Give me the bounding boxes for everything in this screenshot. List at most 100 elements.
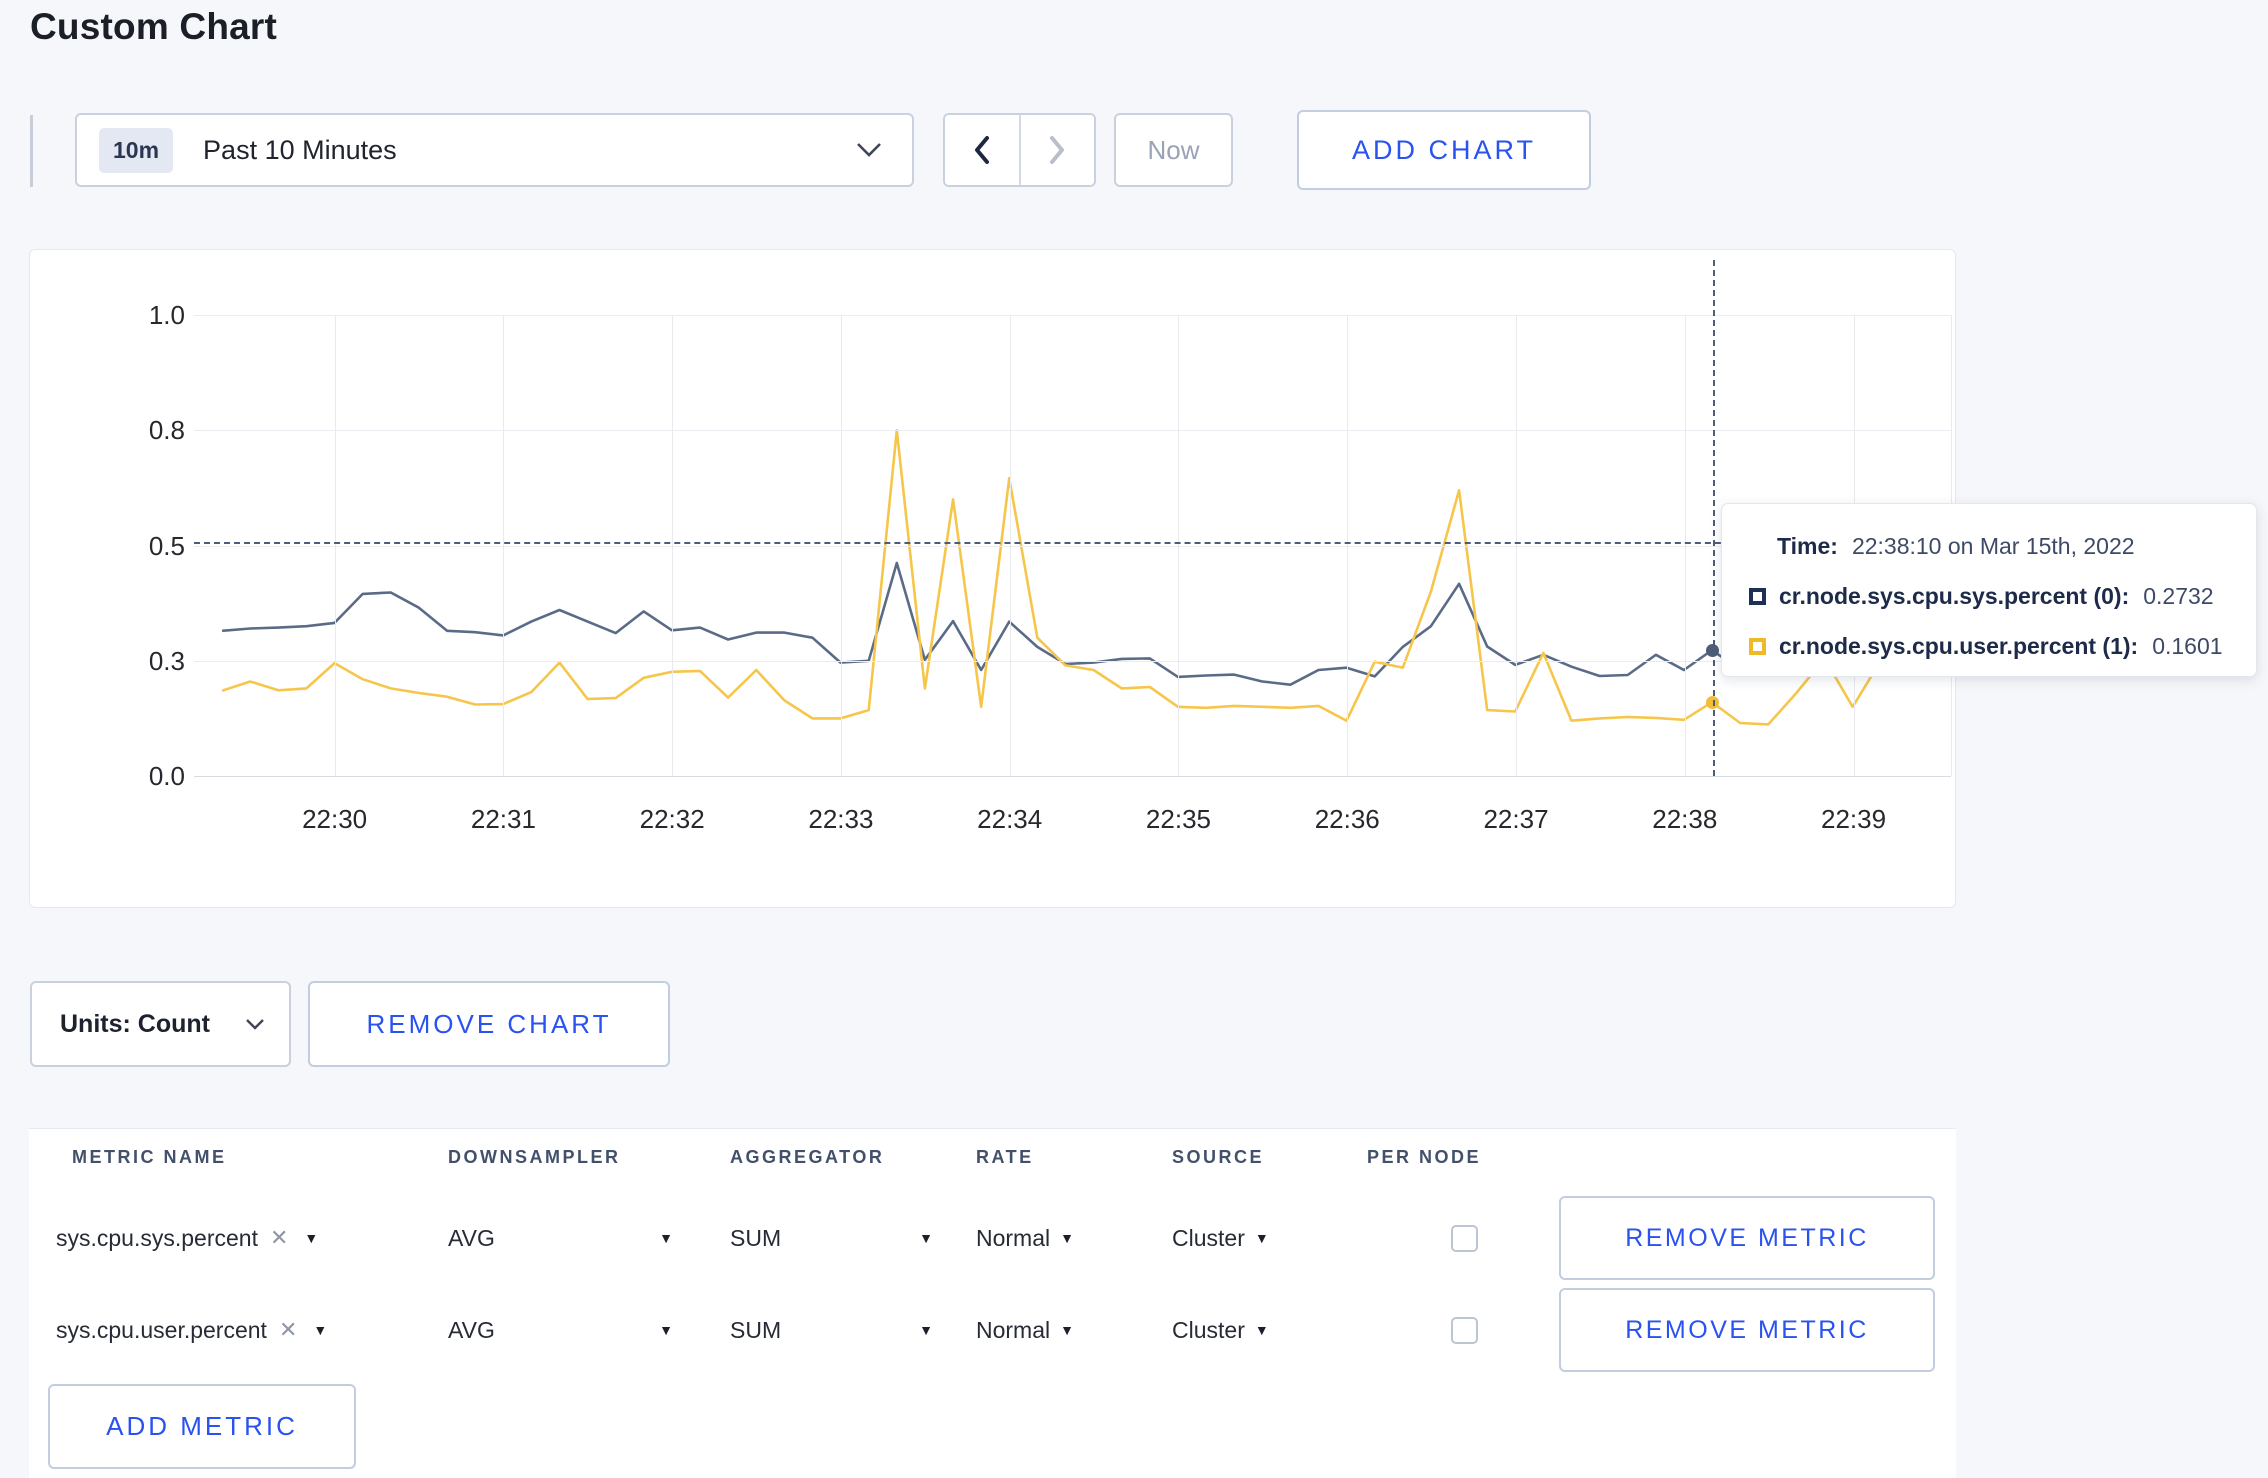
rate-value: Normal <box>976 1316 1051 1343</box>
col-downsampler: DOWNSAMPLER <box>448 1147 621 1167</box>
x-gridline <box>1009 315 1011 776</box>
x-tick-label: 22:39 <box>1821 804 1887 834</box>
add-metric-button[interactable]: ADD METRIC <box>48 1384 356 1469</box>
caret-down-icon: ▼ <box>1060 1322 1074 1338</box>
x-tick-label: 22:33 <box>808 804 874 834</box>
y-gridline <box>194 660 1951 662</box>
caret-down-icon: ▼ <box>919 1230 933 1246</box>
rate-select[interactable]: Normal ▼ <box>976 1288 1074 1372</box>
caret-down-icon: ▼ <box>659 1322 673 1338</box>
tooltip-series-label: cr.node.sys.cpu.sys.percent (0): <box>1779 582 2130 609</box>
y-tick-label: 0.8 <box>148 415 185 446</box>
aggregator-select[interactable]: SUM ▼ <box>730 1288 933 1372</box>
source-select[interactable]: Cluster ▼ <box>1172 1288 1269 1372</box>
aggregator-select[interactable]: SUM ▼ <box>730 1196 933 1280</box>
chevron-right-icon <box>1050 136 1065 164</box>
chart-card: 0.0 0.3 0.5 0.8 1.0 22:30 22:31 22:32 22:33 22:34… <box>29 249 1956 908</box>
caret-down-icon: ▼ <box>919 1322 933 1338</box>
chart-plot-area[interactable] <box>194 315 1952 777</box>
col-source: SOURCE <box>1172 1147 1265 1167</box>
units-label: Units: Count <box>60 1009 210 1038</box>
units-select[interactable]: Units: Count <box>30 981 291 1067</box>
time-nav-group <box>943 113 1096 187</box>
remove-chart-button[interactable]: REMOVE CHART <box>308 981 670 1067</box>
time-range-select[interactable]: 10m Past 10 Minutes <box>75 113 914 187</box>
metric-name-select[interactable]: sys.cpu.user.percent ✕ ▼ <box>56 1288 327 1372</box>
downsampler-select[interactable]: AVG ▼ <box>448 1196 673 1280</box>
tooltip-series-row: cr.node.sys.cpu.sys.percent (0): 0.2732 <box>1749 571 2256 621</box>
metric-row: sys.cpu.sys.percent ✕ ▼ AVG ▼ SUM ▼ Norm… <box>29 1196 1956 1280</box>
x-tick-label: 22:32 <box>639 804 705 834</box>
clear-metric-icon[interactable]: ✕ <box>270 1225 288 1251</box>
per-node-checkbox[interactable] <box>1451 1317 1478 1344</box>
caret-down-icon: ▼ <box>1254 1230 1269 1246</box>
series-line-user <box>221 429 1882 726</box>
time-back-button[interactable] <box>945 115 1021 185</box>
source-value: Cluster <box>1172 1224 1245 1251</box>
tooltip-time-label: Time: <box>1777 532 1838 559</box>
x-gridline <box>1684 315 1686 776</box>
x-gridline <box>1347 315 1349 776</box>
downsampler-value: AVG <box>448 1316 495 1343</box>
x-tick-label: 22:35 <box>1145 804 1211 834</box>
add-chart-button[interactable]: ADD CHART <box>1297 110 1591 190</box>
time-range-badge: 10m <box>99 127 174 173</box>
x-gridline <box>672 315 674 776</box>
remove-metric-button[interactable]: REMOVE METRIC <box>1559 1288 1935 1372</box>
toolbar-divider <box>30 115 33 187</box>
caret-down-icon: ▼ <box>1060 1230 1074 1246</box>
remove-metric-button[interactable]: REMOVE METRIC <box>1559 1196 1935 1280</box>
downsampler-value: AVG <box>448 1224 495 1251</box>
source-value: Cluster <box>1172 1316 1245 1343</box>
metric-name-value: sys.cpu.user.percent <box>56 1316 267 1343</box>
series-sys-swatch-icon <box>1749 587 1766 605</box>
y-gridline <box>194 430 1951 432</box>
series-user-swatch-icon <box>1749 637 1766 655</box>
x-gridline <box>1516 315 1518 776</box>
metric-row: sys.cpu.user.percent ✕ ▼ AVG ▼ SUM ▼ Nor… <box>29 1288 1956 1372</box>
aggregator-value: SUM <box>730 1224 782 1251</box>
caret-down-icon: ▼ <box>1254 1322 1269 1338</box>
x-gridline <box>1178 315 1180 776</box>
per-node-checkbox[interactable] <box>1451 1225 1478 1252</box>
y-tick-label: 0.3 <box>148 645 185 676</box>
y-tick-label: 0.5 <box>148 530 185 561</box>
source-select[interactable]: Cluster ▼ <box>1172 1196 1269 1280</box>
aggregator-value: SUM <box>730 1316 782 1343</box>
tooltip-series-label: cr.node.sys.cpu.user.percent (1): <box>1779 632 2139 659</box>
x-tick-label: 22:31 <box>470 804 536 834</box>
col-metric-name: METRIC NAME <box>72 1147 227 1167</box>
caret-down-icon[interactable]: ▼ <box>313 1322 327 1338</box>
x-gridline <box>334 315 336 776</box>
chevron-down-icon <box>245 1018 265 1031</box>
series-line-sys <box>221 561 1881 687</box>
y-gridline <box>194 315 1951 316</box>
col-aggregator: AGGREGATOR <box>730 1147 885 1167</box>
rate-select[interactable]: Normal ▼ <box>976 1196 1074 1280</box>
tooltip-time-value: 22:38:10 on Mar 15th, 2022 <box>1851 532 2135 559</box>
x-tick-label: 22:36 <box>1314 804 1380 834</box>
y-gridline <box>194 776 1951 777</box>
caret-down-icon[interactable]: ▼ <box>304 1230 318 1246</box>
col-per-node: PER NODE <box>1367 1147 1482 1167</box>
rate-value: Normal <box>976 1224 1051 1251</box>
col-rate: RATE <box>976 1147 1034 1167</box>
x-gridline <box>503 315 505 776</box>
time-forward-button[interactable] <box>1020 115 1094 185</box>
metrics-table: METRIC NAME DOWNSAMPLER AGGREGATOR RATE … <box>29 1128 1956 1478</box>
tooltip-time-row: Time: 22:38:10 on Mar 15th, 2022 <box>1749 521 2256 571</box>
downsampler-select[interactable]: AVG ▼ <box>448 1288 673 1372</box>
y-gridline <box>194 545 1951 547</box>
metric-name-select[interactable]: sys.cpu.sys.percent ✕ ▼ <box>56 1196 318 1280</box>
time-range-label: Past 10 Minutes <box>203 134 397 165</box>
x-gridline <box>840 315 842 776</box>
now-button[interactable]: Now <box>1114 113 1233 187</box>
tooltip-series-row: cr.node.sys.cpu.user.percent (1): 0.1601 <box>1749 621 2256 671</box>
page-title: Custom Chart <box>30 6 278 47</box>
clear-metric-icon[interactable]: ✕ <box>279 1317 297 1343</box>
x-tick-label: 22:34 <box>977 804 1043 834</box>
chevron-down-icon <box>856 142 882 158</box>
crosshair-vertical <box>1712 260 1715 776</box>
custom-chart-page: Custom Chart 10m Past 10 Minutes Now ADD… <box>0 0 2268 1478</box>
x-tick-label: 22:38 <box>1652 804 1718 834</box>
